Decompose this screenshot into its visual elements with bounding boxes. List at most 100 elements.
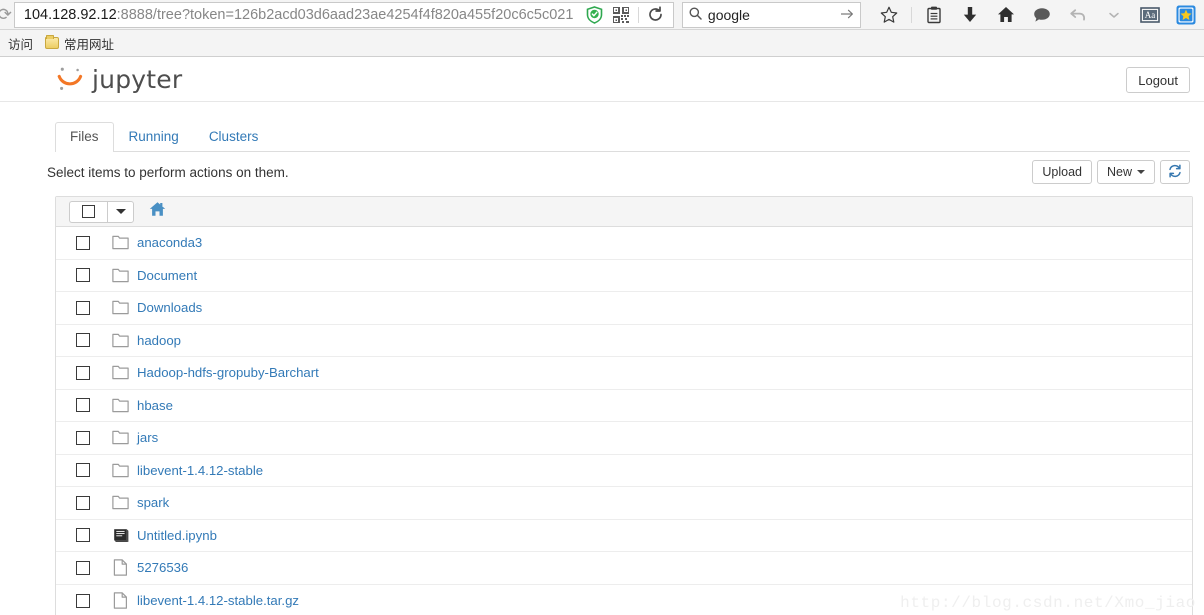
file-name-link[interactable]: spark — [137, 495, 169, 510]
undo-arrow-icon[interactable] — [1067, 4, 1089, 26]
file-name-link[interactable]: Untitled.ipynb — [137, 528, 217, 543]
jupyter-wordmark: jupyter — [92, 64, 183, 94]
file-row[interactable]: 5276536 — [56, 552, 1192, 585]
file-name-link[interactable]: hadoop — [137, 333, 181, 348]
search-input[interactable]: google — [681, 1, 861, 28]
tab-running[interactable]: Running — [114, 122, 194, 152]
folder-icon — [111, 494, 129, 511]
file-name-link[interactable]: libevent-1.4.12-stable.tar.gz — [137, 593, 299, 608]
browser-toolbar: ⟳ 104.128.92.12:8888/tree?token=126b2acd… — [0, 0, 1204, 30]
file-row[interactable]: Downloads — [56, 292, 1192, 325]
file-name-link[interactable]: libevent-1.4.12-stable — [137, 463, 263, 478]
address-bar[interactable]: 104.128.92.12:8888/tree?token=126b2acd03… — [13, 1, 578, 28]
row-checkbox[interactable] — [76, 300, 90, 315]
row-checkbox[interactable] — [76, 430, 90, 445]
folder-icon — [111, 429, 129, 446]
file-row[interactable]: libevent-1.4.12-stable — [56, 455, 1192, 487]
new-button[interactable]: New — [1096, 160, 1155, 184]
row-checkbox[interactable] — [76, 463, 90, 478]
star-icon[interactable] — [878, 4, 900, 26]
file-row[interactable]: hbase — [56, 390, 1192, 422]
bookmarks-visit-label: 访问 — [8, 37, 34, 52]
folder-icon — [111, 332, 129, 349]
notebook-icon — [111, 527, 129, 544]
files-toolbar: Select items to perform actions on them.… — [47, 152, 1190, 192]
file-rows: anaconda3 Document Downloads hadoop Hadoop-h… — [56, 227, 1192, 615]
file-name-link[interactable]: anaconda3 — [137, 235, 202, 250]
select-items-hint: Select items to perform actions on them. — [47, 164, 289, 180]
row-checkbox[interactable] — [76, 528, 90, 543]
chevron-down-icon — [1137, 170, 1145, 174]
refresh-button[interactable] — [1160, 160, 1190, 184]
file-name-link[interactable]: 5276536 — [137, 560, 188, 575]
folder-icon — [111, 299, 129, 316]
file-row[interactable]: jars — [56, 422, 1192, 455]
browser-action-icons: Aa — [871, 0, 1204, 30]
file-name-link[interactable]: Downloads — [137, 300, 202, 315]
folder-icon — [111, 397, 129, 414]
folder-icon — [111, 364, 129, 381]
file-row[interactable]: Untitled.ipynb — [56, 520, 1192, 552]
qr-code-icon[interactable] — [610, 4, 632, 26]
file-row[interactable]: Document — [56, 260, 1192, 292]
tab-clusters[interactable]: Clusters — [194, 122, 274, 152]
checkbox-icon — [82, 205, 95, 218]
folder-icon — [111, 462, 129, 479]
file-row[interactable]: spark — [56, 487, 1192, 520]
bookmarks-bar: 访问 常用网址 — [0, 30, 1204, 57]
file-row[interactable]: Hadoop-hdfs-gropuby-Barchart — [56, 357, 1192, 390]
file-icon — [111, 559, 129, 576]
watermark: http://blog.csdn.net/Xmo_jiao — [900, 594, 1196, 612]
tab-files[interactable]: Files — [55, 122, 114, 152]
browser-chrome: ⟳ 104.128.92.12:8888/tree?token=126b2acd… — [0, 0, 1204, 57]
home-icon[interactable] — [995, 4, 1017, 26]
row-checkbox[interactable] — [76, 365, 90, 380]
select-all-dropdown[interactable] — [107, 200, 134, 223]
jupyter-logo[interactable]: jupyter — [55, 64, 182, 94]
favorites-star-badge-icon[interactable] — [1175, 4, 1197, 26]
row-checkbox[interactable] — [76, 268, 90, 283]
row-checkbox[interactable] — [76, 398, 90, 413]
files-toolbar-actions: Upload New — [1032, 160, 1190, 184]
file-name-link[interactable]: Document — [137, 268, 197, 283]
clipboard-icon[interactable] — [923, 4, 945, 26]
row-checkbox[interactable] — [76, 560, 90, 575]
home-icon — [149, 201, 166, 222]
search-icon — [689, 7, 702, 23]
logout-button[interactable]: Logout — [1126, 67, 1190, 93]
jupyter-logo-icon — [55, 64, 85, 94]
svg-text:Aa: Aa — [1145, 10, 1156, 20]
jupyter-tabs: Files Running Clusters — [55, 122, 1190, 152]
chevron-down-icon — [115, 209, 126, 214]
file-name-link[interactable]: hbase — [137, 398, 173, 413]
comment-bubble-icon[interactable] — [1031, 4, 1053, 26]
jupyter-page: jupyter Logout Files Running Clusters Se… — [0, 57, 1204, 615]
address-bar-actions — [577, 1, 674, 28]
toolbar-divider — [911, 6, 912, 23]
select-all-checkbox[interactable] — [69, 200, 107, 223]
shield-check-icon[interactable] — [584, 4, 606, 26]
file-row[interactable]: hadoop — [56, 325, 1192, 357]
file-name-link[interactable]: jars — [137, 430, 158, 445]
row-checkbox[interactable] — [76, 235, 90, 250]
url-host: 104.128.92.12 — [23, 6, 117, 23]
jupyter-header: jupyter Logout — [0, 57, 1204, 102]
chevron-down-icon[interactable] — [1103, 4, 1125, 26]
breadcrumb[interactable] — [149, 201, 166, 222]
row-checkbox[interactable] — [76, 333, 90, 348]
folder-icon — [111, 267, 129, 284]
search-go-icon[interactable] — [840, 7, 854, 23]
file-name-link[interactable]: Hadoop-hdfs-gropuby-Barchart — [137, 365, 319, 380]
bookmark-item-common-sites[interactable]: 常用网址 — [39, 32, 120, 54]
back-button[interactable]: ⟳ — [0, 0, 12, 30]
row-checkbox[interactable] — [76, 593, 90, 608]
font-size-aa-icon[interactable]: Aa — [1139, 4, 1161, 26]
file-row[interactable]: anaconda3 — [56, 227, 1192, 260]
reload-icon[interactable] — [645, 4, 667, 26]
file-icon — [111, 592, 129, 609]
download-arrow-icon[interactable] — [959, 4, 981, 26]
upload-button[interactable]: Upload — [1032, 160, 1092, 184]
folder-icon — [45, 35, 60, 49]
file-list-header — [56, 197, 1192, 227]
row-checkbox[interactable] — [76, 495, 90, 510]
